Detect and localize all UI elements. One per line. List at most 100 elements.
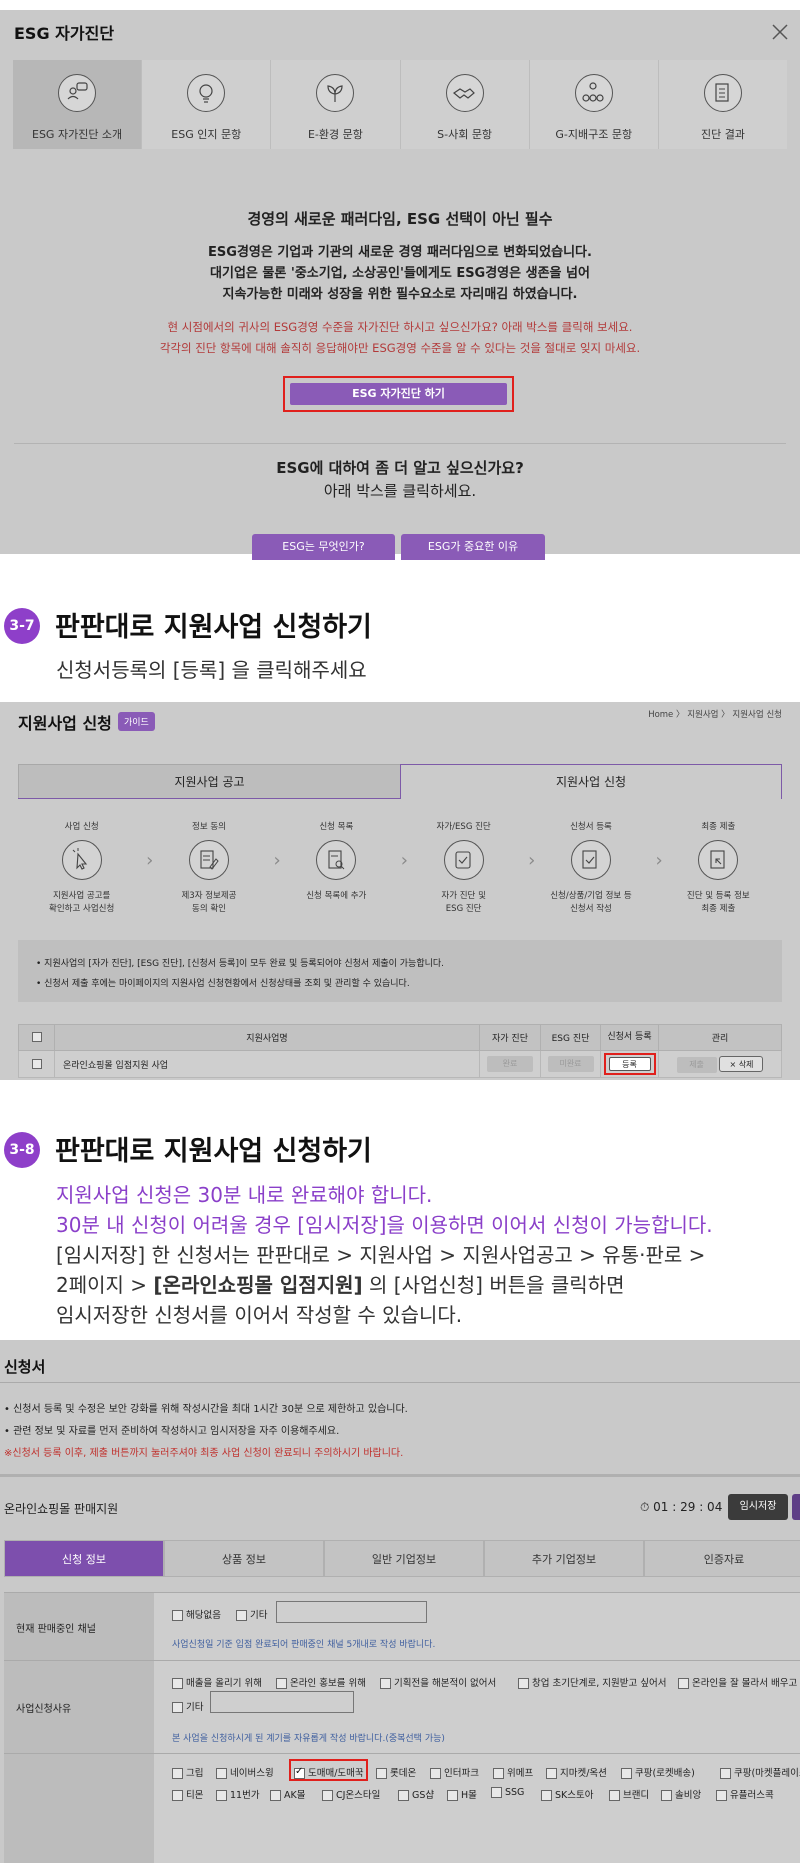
close-icon[interactable] <box>770 22 790 42</box>
option-other[interactable]: 기타 <box>236 1607 267 1621</box>
organization-icon <box>574 74 613 112</box>
option-none[interactable]: 해당없음 <box>172 1607 221 1621</box>
tab-label: S-사회 문항 <box>437 128 493 141</box>
table-row: 온라인쇼핑몰 입점지원 사업 완료 미완료 등록 제출 × 삭제 <box>18 1050 782 1078</box>
row-value: 해당없음 기타 사업신청일 기준 입점 완료되어 판매중인 채널 5개내로 작성… <box>154 1593 800 1660</box>
option-sales[interactable]: 매출을 올리기 위해 <box>172 1675 262 1689</box>
mall-option[interactable]: 유플러스콕 <box>716 1787 774 1801</box>
mall-option[interactable]: SK스토아 <box>541 1787 593 1801</box>
tab-application-info[interactable]: 신청 정보 <box>4 1540 164 1577</box>
row-label: 사업신청사유 <box>4 1661 154 1753</box>
tab-label: ESG 인지 문항 <box>171 128 242 141</box>
tab-notice[interactable]: 지원사업 공고 <box>18 764 401 799</box>
select-all-checkbox[interactable] <box>18 1024 55 1051</box>
mall-option-checked[interactable]: 도매매/도매꾹 <box>294 1765 364 1779</box>
option-promotion[interactable]: 온라인 홍보를 위해 <box>276 1675 366 1689</box>
divider <box>0 1382 800 1383</box>
esg-diagnosis-button[interactable]: 미완료 <box>547 1056 594 1072</box>
mall-option[interactable]: 쿠팡(마켓플레이스 <box>720 1765 800 1779</box>
tab-extra-company-info[interactable]: 추가 기업정보 <box>484 1540 644 1577</box>
other-reason-input[interactable] <box>210 1691 354 1713</box>
step-subtitle: 신청서등록의 [등록] 을 클릭해주세요 <box>56 658 367 682</box>
handshake-icon <box>445 74 484 112</box>
mall-option[interactable]: AK몰 <box>270 1787 305 1801</box>
mall-option[interactable]: 그립 <box>172 1765 203 1779</box>
process-step: 신청서 등록 신청/상품/기업 정보 등 신청서 작성 › <box>527 820 662 920</box>
divider <box>0 1474 800 1477</box>
form-row-mall: 그립 네이버스윙 도매매/도매꾹 롯데온 인터파크 위메프 지마켓/옥션 쿠팡(… <box>4 1753 800 1863</box>
mall-option[interactable]: 쿠팡(로켓배송) <box>621 1765 695 1779</box>
mall-option[interactable]: CJ온스타일 <box>322 1787 380 1801</box>
mall-option[interactable]: SSG <box>491 1787 524 1798</box>
mall-option[interactable]: 인터파크 <box>430 1765 479 1779</box>
tab-label: 진단 결과 <box>700 128 745 141</box>
option-learn[interactable]: 온라인을 잘 몰라서 배우고 <box>678 1675 797 1689</box>
other-channel-input[interactable] <box>276 1601 427 1623</box>
mall-option[interactable]: 네이버스윙 <box>216 1765 274 1779</box>
tab-certificates[interactable]: 인증자료 <box>644 1540 800 1577</box>
tab-product-info[interactable]: 상품 정보 <box>164 1540 324 1577</box>
option-exhibition[interactable]: 기획전을 해본적이 없어서 <box>380 1675 496 1689</box>
step-title: 자가/ESG 진단 <box>436 822 491 832</box>
esg-what-button[interactable]: ESG는 무엇인가? <box>252 534 395 560</box>
esg-more-line1: ESG에 대하여 좀 더 알고 싶으신가요? <box>276 459 524 477</box>
tab-apply[interactable]: 지원사업 신청 <box>400 764 782 799</box>
tab-social[interactable]: S-사회 문항 <box>400 60 530 149</box>
row-value: 그립 네이버스윙 도매매/도매꾹 롯데온 인터파크 위메프 지마켓/옥션 쿠팡(… <box>154 1754 800 1863</box>
step-title: 최종 제출 <box>701 822 736 832</box>
mall-option[interactable]: 솔비앙 <box>661 1787 701 1801</box>
countdown-timer: ⏱ 01 : 29 : 04 <box>640 1500 723 1514</box>
self-diagnosis-button[interactable]: 완료 <box>487 1056 533 1072</box>
register-button[interactable]: 등록 <box>608 1057 651 1071</box>
step-number-badge: 3-8 <box>4 1132 40 1168</box>
tab-esg-intro[interactable]: ESG 자가진단 소개 <box>13 60 143 149</box>
highlight-box: 등록 <box>603 1053 656 1075</box>
temp-save-button[interactable]: 임시저장 <box>728 1494 788 1520</box>
instruction-line1: 지원사업 신청은 30분 내로 완료해야 합니다. <box>56 1183 433 1207</box>
esg-start-button[interactable]: ESG 자가진단 하기 <box>290 383 507 405</box>
tab-environment[interactable]: E-환경 문항 <box>271 60 401 149</box>
next-button-edge[interactable] <box>792 1494 800 1520</box>
highlight-box: ESG 자가진단 하기 <box>283 376 514 412</box>
process-steps: 사업 신청 지원사업 공고를 확인하고 사업신청 › 정보 동의 제3자 정보제공… <box>18 820 782 920</box>
tab-governance[interactable]: G-지배구조 문항 <box>529 60 659 149</box>
esg-paragraph-line1: ESG경영은 기업과 기관의 새로운 경영 패러다임으로 변화되었습니다. <box>208 245 592 260</box>
breadcrumb: Home 〉 지원사업 〉 지원사업 신청 <box>648 710 782 720</box>
clipboard-icon <box>703 74 742 112</box>
col-manage: 관리 <box>658 1024 782 1051</box>
esg-why-button[interactable]: ESG가 중요한 이유 <box>401 534 545 560</box>
step-title: 사업 신청 <box>64 822 99 832</box>
divider <box>14 443 786 444</box>
tab-label: E-환경 문항 <box>307 128 363 141</box>
tab-company-info[interactable]: 일반 기업정보 <box>324 1540 484 1577</box>
mall-option[interactable]: 브랜디 <box>609 1787 649 1801</box>
step-desc: 자가 진단 및 ESG 진단 <box>441 891 486 914</box>
mall-option[interactable]: 티몬 <box>172 1787 203 1801</box>
mall-option[interactable]: H몰 <box>447 1787 477 1801</box>
submit-button[interactable]: 제출 <box>676 1056 717 1073</box>
row-checkbox[interactable] <box>18 1050 55 1078</box>
step-title: 신청 목록 <box>319 822 354 832</box>
mall-option[interactable]: GS샵 <box>398 1787 434 1801</box>
form-row-channel: 현재 판매중인 채널 해당없음 기타 사업신청일 기준 입점 완료되어 판매중인… <box>4 1592 800 1660</box>
mall-option[interactable]: 지마켓/옥션 <box>546 1765 607 1779</box>
tab-esg-awareness[interactable]: ESG 인지 문항 <box>142 60 272 149</box>
option-startup[interactable]: 창업 초기단계로, 지원받고 싶어서 <box>518 1675 666 1689</box>
step-desc: 신청/상품/기업 정보 등 신청서 작성 <box>550 891 632 914</box>
option-other[interactable]: 기타 <box>172 1699 203 1713</box>
hint-text: 본 사업을 신청하시게 된 계기를 자유롭게 작성 바랍니다.(중복선택 가능) <box>172 1734 445 1744</box>
tab-result[interactable]: 진단 결과 <box>658 60 788 149</box>
guide-badge[interactable]: 가이드 <box>118 712 155 731</box>
leaf-icon <box>316 74 355 112</box>
mall-option[interactable]: 11번가 <box>216 1787 260 1801</box>
step-desc: 진단 및 등록 정보 최종 제출 <box>686 891 750 914</box>
row-value: 매출을 올리기 위해 온라인 홍보를 위해 기획전을 해본적이 없어서 창업 초… <box>154 1661 800 1753</box>
mall-option[interactable]: 롯데온 <box>376 1765 416 1779</box>
step-title: 판판대로 지원사업 신청하기 <box>55 612 372 643</box>
checkbox-icon <box>443 840 484 880</box>
modal-title: ESG 자가진단 <box>14 24 115 43</box>
delete-button[interactable]: × 삭제 <box>719 1055 764 1072</box>
step-desc: 신청 목록에 추가 <box>306 891 367 901</box>
row-label: 현재 판매중인 채널 <box>4 1593 154 1660</box>
mall-option[interactable]: 위메프 <box>493 1765 533 1779</box>
